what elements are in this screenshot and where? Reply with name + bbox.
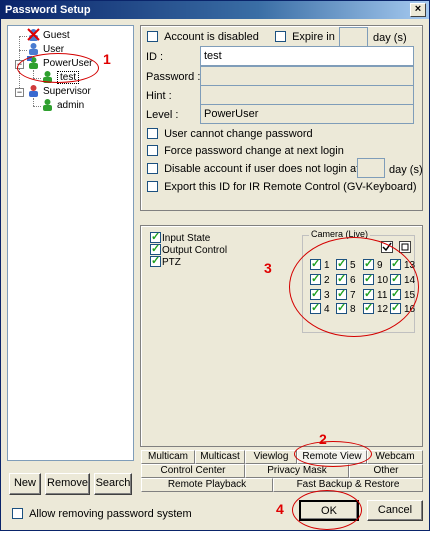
annotation-ellipse [294, 441, 372, 467]
option-cannot-change[interactable]: User cannot change password [147, 128, 313, 140]
annotation-ellipse [17, 53, 99, 83]
password-label: Password : [146, 71, 201, 83]
perm-output-control[interactable]: Output Control [150, 242, 228, 256]
id-label: ID : [146, 51, 164, 63]
level-field: PowerUser [200, 104, 414, 124]
option-disable-inactive[interactable]: Disable account if user does not login a… [147, 163, 372, 175]
search-button[interactable]: Search [94, 473, 132, 495]
checkbox-box[interactable] [147, 31, 158, 42]
collapse-supervisor-toggle[interactable]: − [15, 88, 24, 97]
user-blue-icon [27, 42, 40, 55]
id-input[interactable]: test [200, 46, 414, 66]
option-label: Export this ID for IR Remote Control (GV… [164, 181, 417, 193]
perm-label: Input State [162, 233, 211, 244]
tree-node-label: Supervisor [43, 86, 91, 97]
user-red-icon [27, 84, 40, 97]
checkbox-box[interactable] [147, 163, 158, 174]
checkbox-box[interactable] [150, 254, 161, 267]
tree-node-supervisor[interactable]: Supervisor [27, 84, 91, 98]
disable-days-input[interactable] [357, 158, 385, 178]
password-setup-window: Password Setup × Guest User − PowerUser [0, 0, 430, 531]
annotation-ellipse [292, 490, 362, 530]
password-input[interactable] [200, 66, 414, 86]
checkbox-box[interactable] [275, 31, 286, 42]
tree-node-label: Guest [43, 30, 70, 41]
hint-label: Hint : [146, 90, 172, 102]
perm-label: Output Control [162, 245, 228, 256]
annotation-number-3: 3 [264, 260, 272, 276]
account-disabled-label: Account is disabled [164, 31, 259, 43]
tree-node-guest[interactable]: Guest [27, 28, 70, 42]
perm-ptz[interactable]: PTZ [150, 254, 181, 268]
account-disabled-checkbox[interactable]: Account is disabled [147, 31, 259, 43]
expire-label: Expire in [292, 31, 335, 43]
tree-connector [33, 98, 34, 106]
hint-input[interactable] [200, 85, 414, 105]
tab-other[interactable]: Other [349, 464, 423, 478]
remove-button[interactable]: Remove [45, 473, 90, 495]
perm-label: PTZ [162, 257, 181, 268]
option-export-ir[interactable]: Export this ID for IR Remote Control (GV… [147, 181, 417, 193]
tree-connector [19, 50, 27, 51]
option-label: Disable account if user does not login a… [164, 163, 372, 175]
checkbox-box[interactable] [147, 128, 158, 139]
annotation-number-1: 1 [103, 51, 111, 67]
close-button[interactable]: × [410, 3, 426, 17]
tab-webcam[interactable]: Webcam [367, 450, 423, 464]
cancel-button[interactable]: Cancel [367, 500, 423, 521]
expire-days-input[interactable] [339, 27, 368, 47]
option-force-change[interactable]: Force password change at next login [147, 145, 344, 157]
user-tree[interactable]: Guest User − PowerUser test − Supervisor [7, 25, 134, 461]
disable-unit-label: day (s) [389, 164, 423, 176]
tree-node-admin[interactable]: admin [41, 98, 84, 112]
tab-remote-playback[interactable]: Remote Playback [141, 478, 273, 492]
expire-checkbox[interactable]: Expire in [275, 31, 335, 43]
tree-node-label: admin [57, 100, 85, 111]
checkbox-box[interactable] [147, 181, 158, 192]
deselect-all-icon[interactable] [399, 241, 411, 253]
checkbox-box[interactable] [147, 145, 158, 156]
new-button[interactable]: New [9, 473, 41, 495]
level-label: Level : [146, 109, 179, 121]
window-title: Password Setup [5, 4, 91, 16]
tab-multicam[interactable]: Multicam [141, 450, 195, 464]
tab-control-center[interactable]: Control Center [141, 464, 245, 478]
checkbox-box[interactable] [12, 508, 23, 519]
title-bar: Password Setup [1, 1, 429, 19]
tree-connector [19, 36, 27, 37]
annotation-number-2: 2 [319, 431, 327, 447]
option-label: User cannot change password [164, 128, 313, 140]
tab-fast-backup-restore[interactable]: Fast Backup & Restore [273, 478, 423, 492]
tab-viewlog[interactable]: Viewlog [245, 450, 297, 464]
annotation-number-4: 4 [276, 501, 284, 517]
expire-unit-label: day (s) [373, 32, 407, 44]
user-red-x-icon [27, 28, 40, 41]
option-label: Force password change at next login [164, 145, 344, 157]
tab-multicast[interactable]: Multicast [195, 450, 245, 464]
user-green-icon [41, 98, 54, 111]
tree-connector [33, 106, 41, 107]
allow-removing-checkbox[interactable]: Allow removing password system [12, 508, 192, 520]
annotation-ellipse [289, 237, 419, 337]
allow-removing-label: Allow removing password system [29, 508, 192, 520]
